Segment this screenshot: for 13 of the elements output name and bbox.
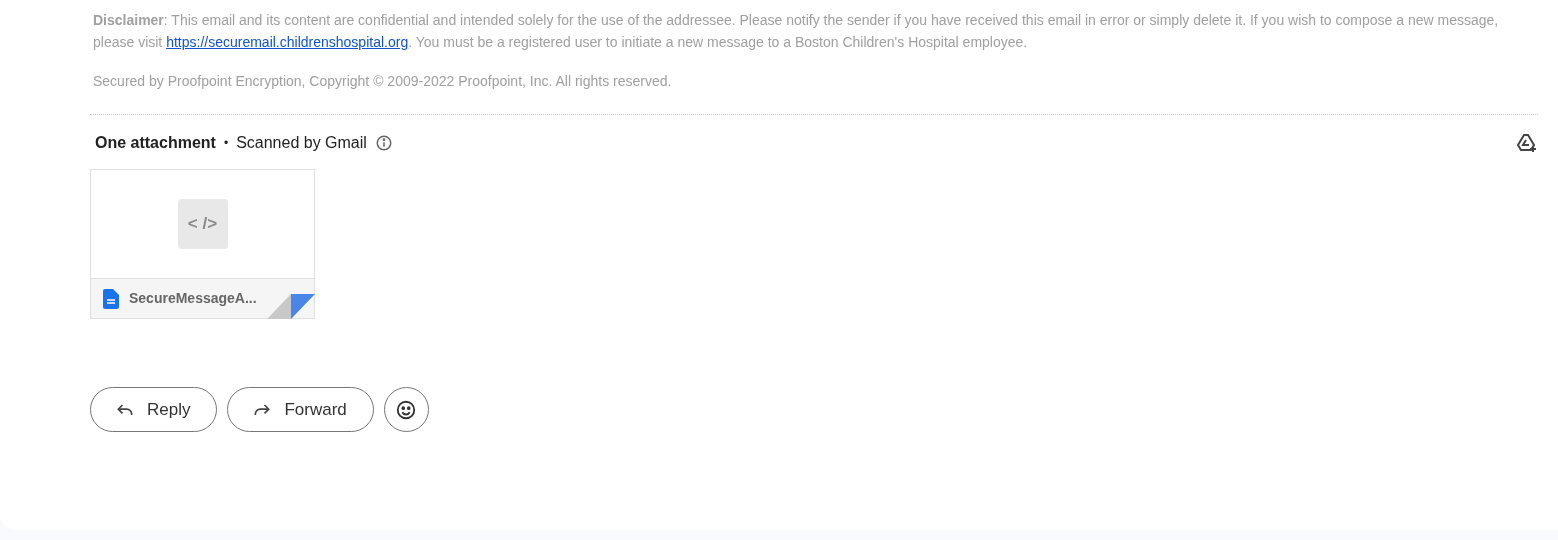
drive-add-icon[interactable] bbox=[1514, 131, 1538, 155]
info-icon[interactable] bbox=[374, 134, 393, 152]
smiley-icon bbox=[395, 398, 418, 421]
attachment-name: SecureMessageA... bbox=[129, 289, 257, 308]
disclaimer-text: Disclaimer: This email and its content are confidential and intended solely for the use of the addressee. Please notify the sender if you have received this email in error or simply delete it. If you wish to compose a new message, please visit https://securemail.childrenshospital.org. You must be a registered user to initiate a new message to a Boston Children's Hospital employee. bbox=[93, 11, 1500, 52]
attachment-count: One attachment bbox=[95, 133, 216, 153]
scan-note: Scanned by Gmail bbox=[236, 133, 367, 153]
separator-dot: • bbox=[223, 135, 229, 152]
code-thumbnail: < /> bbox=[177, 199, 228, 249]
document-icon bbox=[103, 288, 119, 309]
attachment-card[interactable]: < /> SecureMessageA... bbox=[90, 169, 315, 319]
page-fold-drawing bbox=[267, 294, 315, 319]
copyright-text: Secured by Proofpoint Encryption, Copyright © 2009-2022 Proofpoint, Inc. All rights reserved. bbox=[93, 72, 673, 91]
